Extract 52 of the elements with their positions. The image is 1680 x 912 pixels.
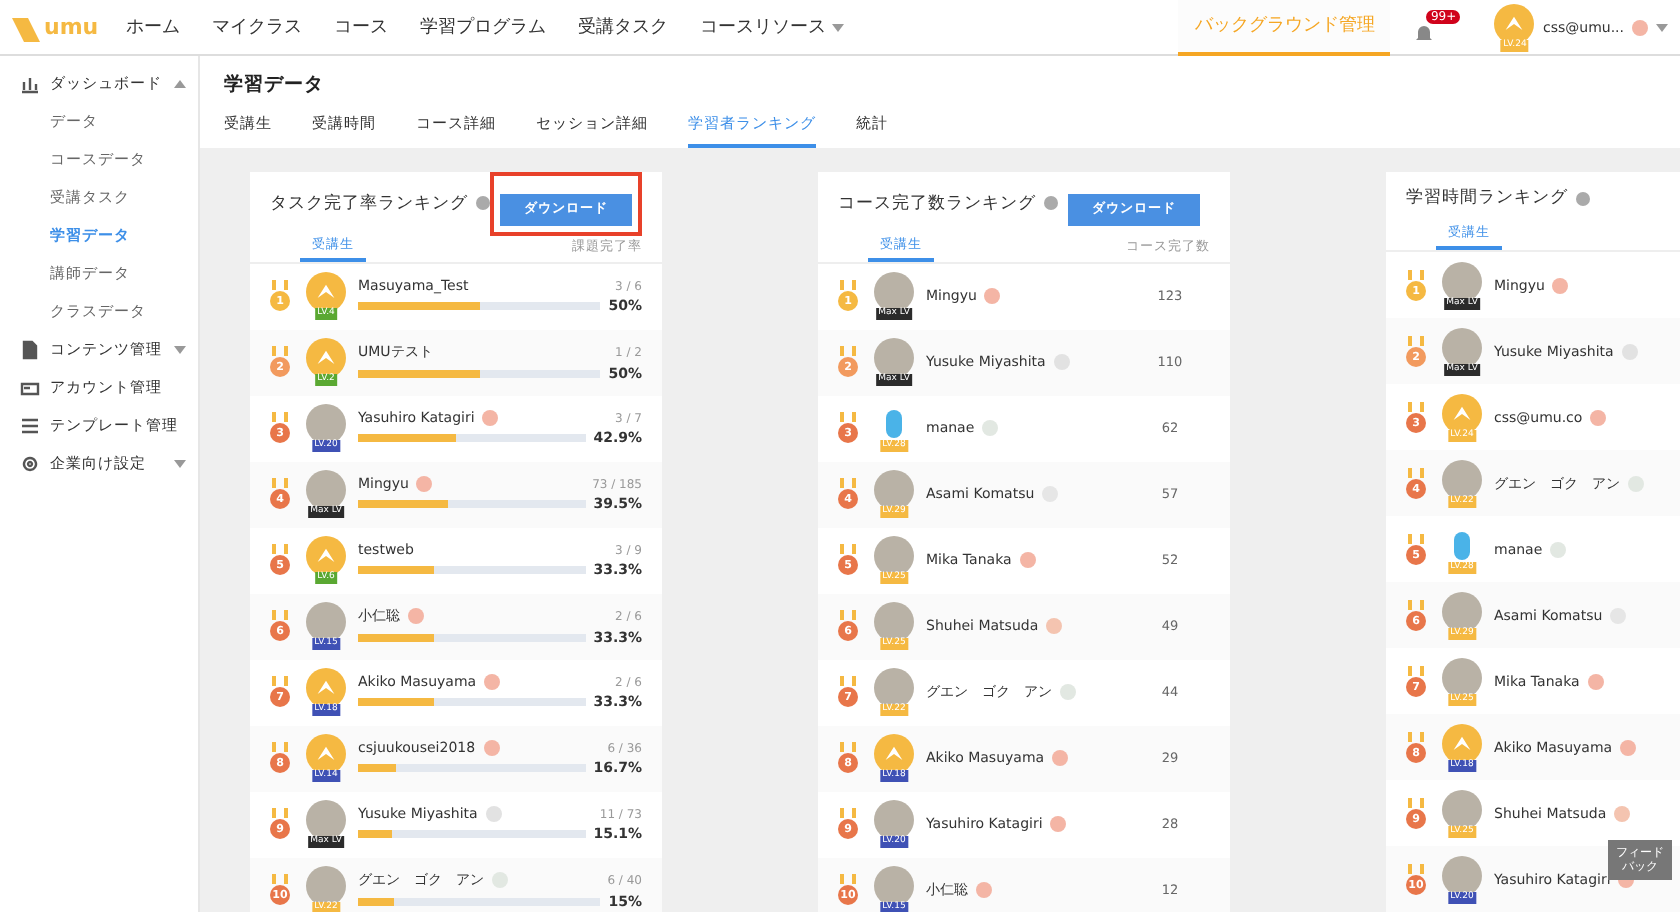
nav-link[interactable]: マイクラス	[212, 14, 303, 40]
avatar-icon	[1442, 723, 1482, 763]
avatar-icon	[306, 668, 346, 708]
caret-icon	[832, 23, 845, 31]
photo-placeholder	[874, 668, 914, 708]
photo-placeholder	[874, 272, 914, 312]
photo-placeholder	[306, 866, 346, 906]
caret-icon	[174, 345, 186, 353]
avatar-icon	[306, 734, 346, 774]
photo-placeholder	[306, 404, 346, 444]
card-icon	[20, 377, 40, 397]
photo-placeholder	[1442, 327, 1482, 367]
avatar-icon	[306, 272, 346, 312]
photo-placeholder	[1442, 261, 1482, 301]
avatar-icon	[306, 338, 346, 378]
caret-icon	[174, 79, 186, 87]
caret-icon	[174, 459, 186, 467]
nav-link[interactable]: コース	[334, 14, 389, 40]
doc-icon	[20, 339, 40, 359]
photo-placeholder	[306, 470, 346, 510]
photo-placeholder	[874, 338, 914, 378]
photo-placeholder	[874, 602, 914, 642]
card-title: コース完了数ランキング	[838, 191, 1036, 216]
card-title: 学習時間ランキング	[1406, 186, 1568, 210]
info-icon	[1576, 191, 1590, 205]
avatar-icon	[306, 536, 346, 576]
photo-placeholder	[306, 602, 346, 642]
avatar-icon	[874, 734, 914, 774]
photo-placeholder	[1442, 657, 1482, 697]
photo-placeholder	[1442, 459, 1482, 499]
nav-link[interactable]: コースリソース	[700, 14, 845, 40]
photo-placeholder	[1442, 591, 1482, 631]
photo-placeholder	[1442, 789, 1482, 829]
photo-placeholder	[874, 536, 914, 576]
photo-placeholder	[1442, 855, 1482, 895]
photo-placeholder	[874, 866, 914, 906]
bell-icon	[1414, 22, 1435, 44]
info-icon	[1044, 196, 1058, 211]
nav-link[interactable]: 学習プログラム	[420, 14, 547, 40]
photo-placeholder	[874, 470, 914, 510]
avatar-icon	[1442, 393, 1482, 433]
caret-icon	[1656, 23, 1668, 31]
settings-icon	[20, 453, 40, 473]
page-title: 学習データ	[224, 72, 326, 98]
photo-placeholder	[874, 800, 914, 840]
info-icon	[476, 196, 490, 211]
photo-placeholder	[306, 800, 346, 840]
chart-icon	[20, 73, 40, 93]
card-title: タスク完了率ランキング	[270, 191, 468, 216]
nav-link[interactable]: ホーム	[126, 14, 181, 40]
nav-link[interactable]: 受講タスク	[578, 14, 669, 40]
list-icon	[20, 415, 40, 435]
